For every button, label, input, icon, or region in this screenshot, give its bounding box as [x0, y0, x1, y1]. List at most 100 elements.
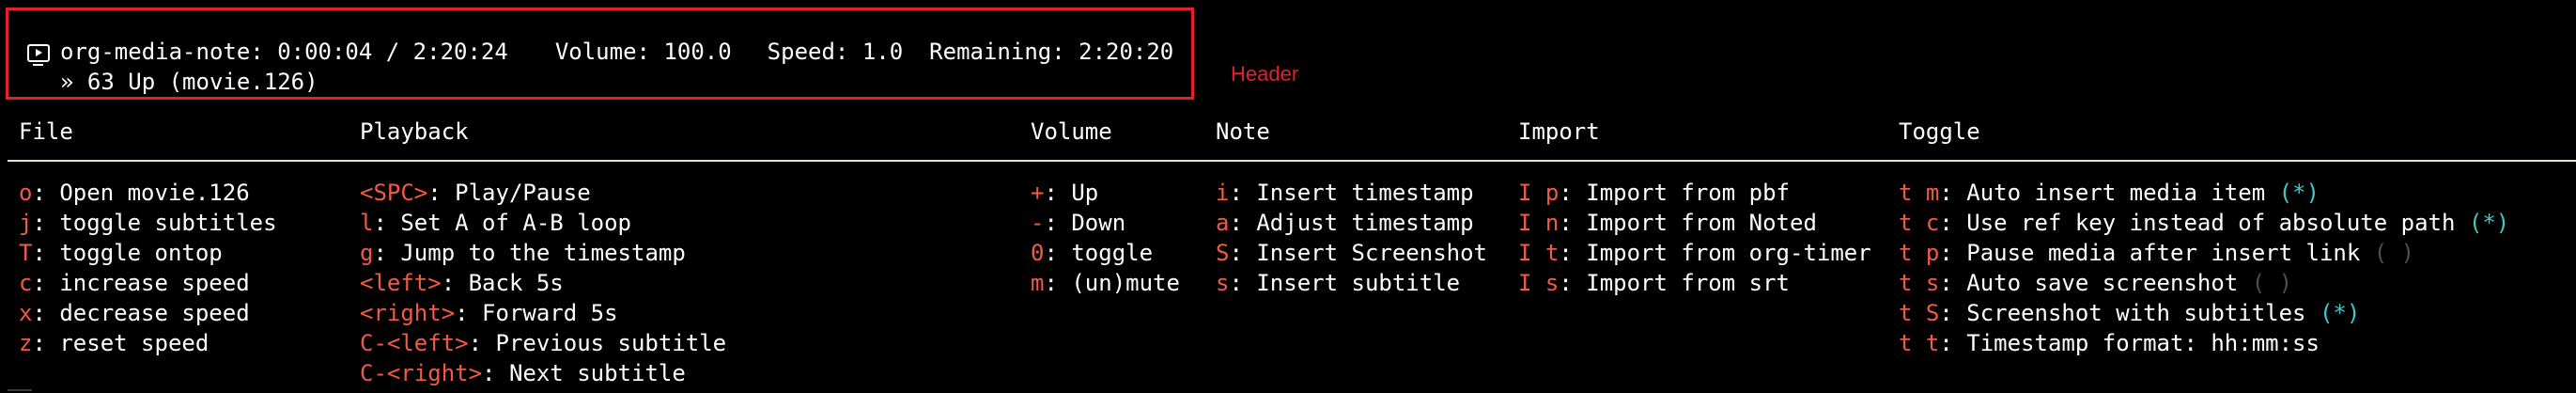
menu-item-mute[interactable]: m: (un)mute — [1031, 268, 1180, 298]
toggle-auto-insert-media-item[interactable]: t m: Auto insert media item (*) — [1899, 178, 2509, 208]
menu-item-import-srt[interactable]: I s: Import from srt — [1518, 268, 1871, 298]
menu-item-back-5s[interactable]: <left>: Back 5s — [360, 268, 726, 298]
menu-item-volume-down[interactable]: -: Down — [1031, 208, 1180, 238]
item-label: : Insert timestamp — [1229, 180, 1474, 206]
item-label: : Pause media after insert link — [1939, 240, 2374, 266]
key-hint: t p — [1899, 240, 1940, 266]
key-hint: t c — [1899, 210, 1940, 236]
item-label: : Previous subtitle — [468, 330, 727, 356]
item-label: : Auto insert media item — [1939, 180, 2279, 206]
toggle-state-on: (*) — [2278, 180, 2320, 206]
item-label: : decrease speed — [32, 300, 250, 326]
item-label: : reset speed — [32, 330, 209, 356]
menu-item-reset-speed[interactable]: z: reset speed — [19, 328, 277, 358]
media-player-icon — [27, 44, 50, 66]
toggle-auto-save-screenshot[interactable]: t s: Auto save screenshot ( ) — [1899, 268, 2509, 298]
key-hint: + — [1031, 180, 1045, 206]
item-label: : Set A of A-B loop — [373, 210, 631, 236]
menu-item-next-subtitle[interactable]: C-<right>: Next subtitle — [360, 358, 726, 388]
key-hint: j — [19, 210, 33, 236]
key-hint: g — [360, 240, 374, 266]
item-label: : toggle subtitles — [32, 210, 277, 236]
toggle-pause-after-insert[interactable]: t p: Pause media after insert link ( ) — [1899, 238, 2509, 268]
menu-item-increase-speed[interactable]: c: increase speed — [19, 268, 277, 298]
key-hint: c — [19, 270, 33, 296]
column-toggle: t m: Auto insert media item (*) t c: Use… — [1899, 178, 2509, 358]
toggle-timestamp-format[interactable]: t t: Timestamp format: hh:mm:ss — [1899, 328, 2509, 358]
key-hint: <right> — [360, 300, 456, 326]
item-label: : Import from srt — [1559, 270, 1790, 296]
item-label: : Use ref key instead of absolute path — [1939, 210, 2469, 236]
key-hint: T — [19, 240, 33, 266]
key-hint: I s — [1518, 270, 1560, 296]
item-label: : Insert subtitle — [1229, 270, 1461, 296]
key-hint: t s — [1899, 270, 1940, 296]
key-hint: C-<left> — [360, 330, 469, 356]
key-hint: C-<right> — [360, 360, 483, 386]
menu-item-decrease-speed[interactable]: x: decrease speed — [19, 298, 277, 328]
item-label: : Down — [1044, 210, 1126, 236]
menu-item-volume-toggle[interactable]: 0: toggle — [1031, 238, 1180, 268]
item-label: : Import from Noted — [1559, 210, 1817, 236]
item-label: : Auto save screenshot — [1939, 270, 2252, 296]
column-title-file: File — [19, 118, 73, 145]
item-label: : Adjust timestamp — [1229, 210, 1474, 236]
key-hint: o — [19, 180, 33, 206]
menu-item-toggle-subtitles[interactable]: j: toggle subtitles — [19, 208, 277, 238]
column-playback: <SPC>: Play/Pause l: Set A of A-B loop g… — [360, 178, 726, 388]
menu-item-insert-screenshot[interactable]: S: Insert Screenshot — [1216, 238, 1487, 268]
item-label: : Next subtitle — [482, 360, 686, 386]
header-volume: Volume: 100.0 — [554, 39, 732, 65]
item-label: : toggle ontop — [32, 240, 223, 266]
toggle-state-off: ( ) — [2373, 240, 2415, 266]
menu-item-adjust-timestamp[interactable]: a: Adjust timestamp — [1216, 208, 1487, 238]
item-label: : Screenshot with subtitles — [1939, 300, 2320, 326]
menu-item-play-pause[interactable]: <SPC>: Play/Pause — [360, 178, 726, 208]
item-label: : increase speed — [32, 270, 250, 296]
key-hint: I n — [1518, 210, 1560, 236]
menu-item-forward-5s[interactable]: <right>: Forward 5s — [360, 298, 726, 328]
menu-item-import-org-timer[interactable]: I t: Import from org-timer — [1518, 238, 1871, 268]
menu-item-insert-timestamp[interactable]: i: Insert timestamp — [1216, 178, 1487, 208]
column-title-import: Import — [1518, 118, 1600, 145]
menu-item-insert-subtitle[interactable]: s: Insert subtitle — [1216, 268, 1487, 298]
header-panel: org-media-note: 0:00:04 / 2:20:24 Volume:… — [6, 8, 1194, 100]
key-hint: l — [360, 210, 374, 236]
header-remaining: Remaining: 2:20:20 — [929, 39, 1174, 65]
item-label: : Play/Pause — [427, 180, 591, 206]
key-hint: t m — [1899, 180, 1940, 206]
item-label: : Import from org-timer — [1559, 240, 1871, 266]
menu-item-previous-subtitle[interactable]: C-<left>: Previous subtitle — [360, 328, 726, 358]
item-label: : Open movie.126 — [32, 180, 250, 206]
key-hint: t t — [1899, 330, 1940, 356]
item-label: : Import from pbf — [1559, 180, 1790, 206]
menu-item-volume-up[interactable]: +: Up — [1031, 178, 1180, 208]
column-import: I p: Import from pbf I n: Import from No… — [1518, 178, 1871, 298]
header-subtitle: » 63 Up (movie.126) — [60, 69, 318, 95]
menu-item-toggle-ontop[interactable]: T: toggle ontop — [19, 238, 277, 268]
menu-item-import-noted[interactable]: I n: Import from Noted — [1518, 208, 1871, 238]
menu-item-open-file[interactable]: o: Open movie.126 — [19, 178, 277, 208]
toggle-ref-key-path[interactable]: t c: Use ref key instead of absolute pat… — [1899, 208, 2509, 238]
key-hint: a — [1216, 210, 1230, 236]
toggle-screenshot-with-subtitles[interactable]: t S: Screenshot with subtitles (*) — [1899, 298, 2509, 328]
column-note: i: Insert timestamp a: Adjust timestamp … — [1216, 178, 1487, 298]
scroll-indicator — [8, 389, 32, 391]
header-divider — [8, 160, 2576, 162]
item-label: : Timestamp format: hh:mm:ss — [1939, 330, 2320, 356]
key-hint: z — [19, 330, 33, 356]
toggle-state-on: (*) — [2468, 210, 2510, 236]
menu-item-ab-loop[interactable]: l: Set A of A-B loop — [360, 208, 726, 238]
key-hint: S — [1216, 240, 1230, 266]
menu-item-import-pbf[interactable]: I p: Import from pbf — [1518, 178, 1871, 208]
menu-item-jump-timestamp[interactable]: g: Jump to the timestamp — [360, 238, 726, 268]
key-hint: - — [1031, 210, 1045, 236]
item-label: : (un)mute — [1044, 270, 1180, 296]
item-label: : toggle — [1044, 240, 1154, 266]
key-hint: t S — [1899, 300, 1940, 326]
toggle-state-on: (*) — [2319, 300, 2361, 326]
key-hint: 0 — [1031, 240, 1045, 266]
item-label: : Forward 5s — [455, 300, 618, 326]
item-label: : Insert Screenshot — [1229, 240, 1487, 266]
key-hint: m — [1031, 270, 1045, 296]
